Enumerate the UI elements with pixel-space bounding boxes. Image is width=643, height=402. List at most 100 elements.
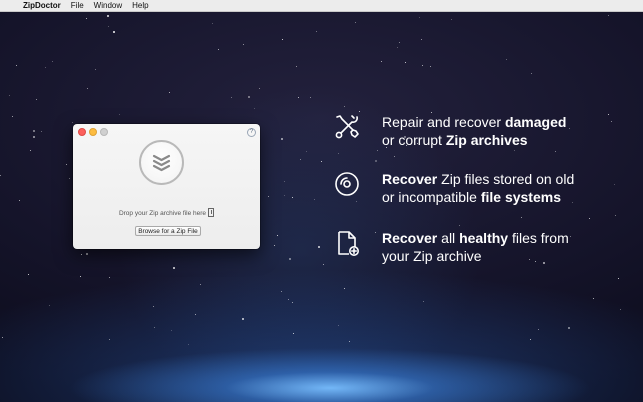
star — [168, 92, 170, 94]
star — [195, 313, 197, 315]
star — [404, 62, 406, 64]
star — [531, 72, 533, 74]
star — [230, 96, 232, 98]
star — [354, 21, 356, 23]
star — [153, 327, 155, 329]
star — [33, 135, 36, 138]
feature-text-bold: Zip archives — [445, 132, 528, 148]
desktop: ZipDoctor File Window Help ? Drop your Z… — [0, 0, 643, 402]
feature-recover-filesystems: Recover Zip files stored on old or incom… — [333, 170, 632, 206]
star — [248, 96, 251, 99]
star — [396, 46, 398, 48]
star — [217, 48, 219, 50]
star — [615, 215, 617, 217]
star — [619, 308, 621, 310]
feature-text-bold: healthy — [459, 230, 509, 246]
star — [291, 196, 293, 198]
feature-recover-filesystems-text: Recover Zip files stored on old or incom… — [382, 170, 632, 206]
star — [243, 43, 245, 45]
star — [555, 150, 557, 152]
star — [85, 18, 87, 20]
zoom-window-button[interactable] — [100, 128, 108, 136]
star — [41, 131, 43, 133]
disc-icon — [335, 172, 359, 196]
feature-recover-healthy: Recover all healthy files from your Zip … — [333, 229, 632, 265]
star — [420, 39, 422, 41]
star — [2, 336, 4, 338]
star — [318, 245, 321, 248]
help-icon[interactable]: ? — [247, 128, 256, 137]
star — [30, 150, 32, 152]
window-controls — [78, 128, 108, 136]
star — [8, 94, 10, 96]
star — [343, 106, 345, 108]
star — [49, 304, 51, 306]
star — [112, 30, 115, 33]
star — [399, 42, 401, 44]
chevrons-down-icon — [152, 154, 171, 172]
star — [296, 65, 298, 67]
feature-repair-text: Repair and recover damaged or corrupt Zi… — [382, 113, 632, 149]
star — [607, 14, 609, 16]
drop-instruction-label: Drop your Zip archive file here — [118, 210, 207, 217]
star — [119, 114, 121, 116]
star — [297, 96, 299, 98]
feature-text-part: all — [437, 230, 460, 246]
star — [313, 199, 315, 201]
menu-app-name[interactable]: ZipDoctor — [23, 0, 61, 11]
star — [348, 340, 350, 342]
feature-text-bold: file systems — [480, 189, 561, 205]
star — [107, 26, 109, 28]
star — [12, 116, 14, 118]
menu-window[interactable]: Window — [94, 0, 122, 11]
star — [52, 61, 54, 63]
star — [81, 254, 83, 256]
star — [87, 87, 89, 89]
star — [170, 329, 172, 331]
feature-text-bold: Recover — [382, 171, 438, 187]
star — [68, 177, 70, 179]
zipdoctor-window: ? Drop your Zip archive file here Browse… — [73, 124, 260, 249]
menu-help[interactable]: Help — [132, 0, 148, 11]
feature-repair: Repair and recover damaged or corrupt Zi… — [333, 113, 632, 149]
feature-recover-healthy-text: Recover all healthy files from your Zip … — [382, 229, 632, 265]
wrench-screwdriver-icon — [335, 115, 359, 139]
star — [430, 66, 432, 68]
star — [316, 31, 318, 33]
browse-zip-button[interactable]: Browse for a Zip File — [135, 226, 201, 236]
close-window-button[interactable] — [78, 128, 86, 136]
star — [287, 299, 289, 301]
star — [211, 23, 213, 25]
star — [530, 338, 532, 340]
star — [458, 224, 460, 226]
star — [537, 328, 539, 330]
menu-file[interactable]: File — [71, 0, 84, 11]
star — [381, 61, 383, 63]
drop-zone[interactable] — [139, 140, 184, 185]
star — [259, 87, 261, 89]
star — [588, 218, 590, 220]
minimize-window-button[interactable] — [89, 128, 97, 136]
star — [618, 277, 620, 279]
file-add-icon — [338, 231, 359, 256]
zip-file-icon — [208, 208, 215, 217]
star — [254, 107, 256, 109]
star — [450, 18, 452, 20]
star — [310, 96, 312, 98]
star — [45, 67, 47, 69]
star — [505, 59, 507, 61]
star — [106, 14, 109, 17]
star — [377, 149, 379, 151]
star — [337, 325, 339, 327]
star — [0, 174, 2, 176]
star — [300, 159, 302, 161]
star — [268, 195, 270, 197]
star — [36, 98, 38, 100]
star — [567, 326, 570, 329]
feature-text-bold: damaged — [504, 114, 567, 130]
star — [323, 264, 325, 266]
star — [338, 153, 339, 155]
menu-bar: ZipDoctor File Window Help — [0, 0, 643, 12]
star — [422, 300, 424, 302]
star — [109, 339, 111, 341]
